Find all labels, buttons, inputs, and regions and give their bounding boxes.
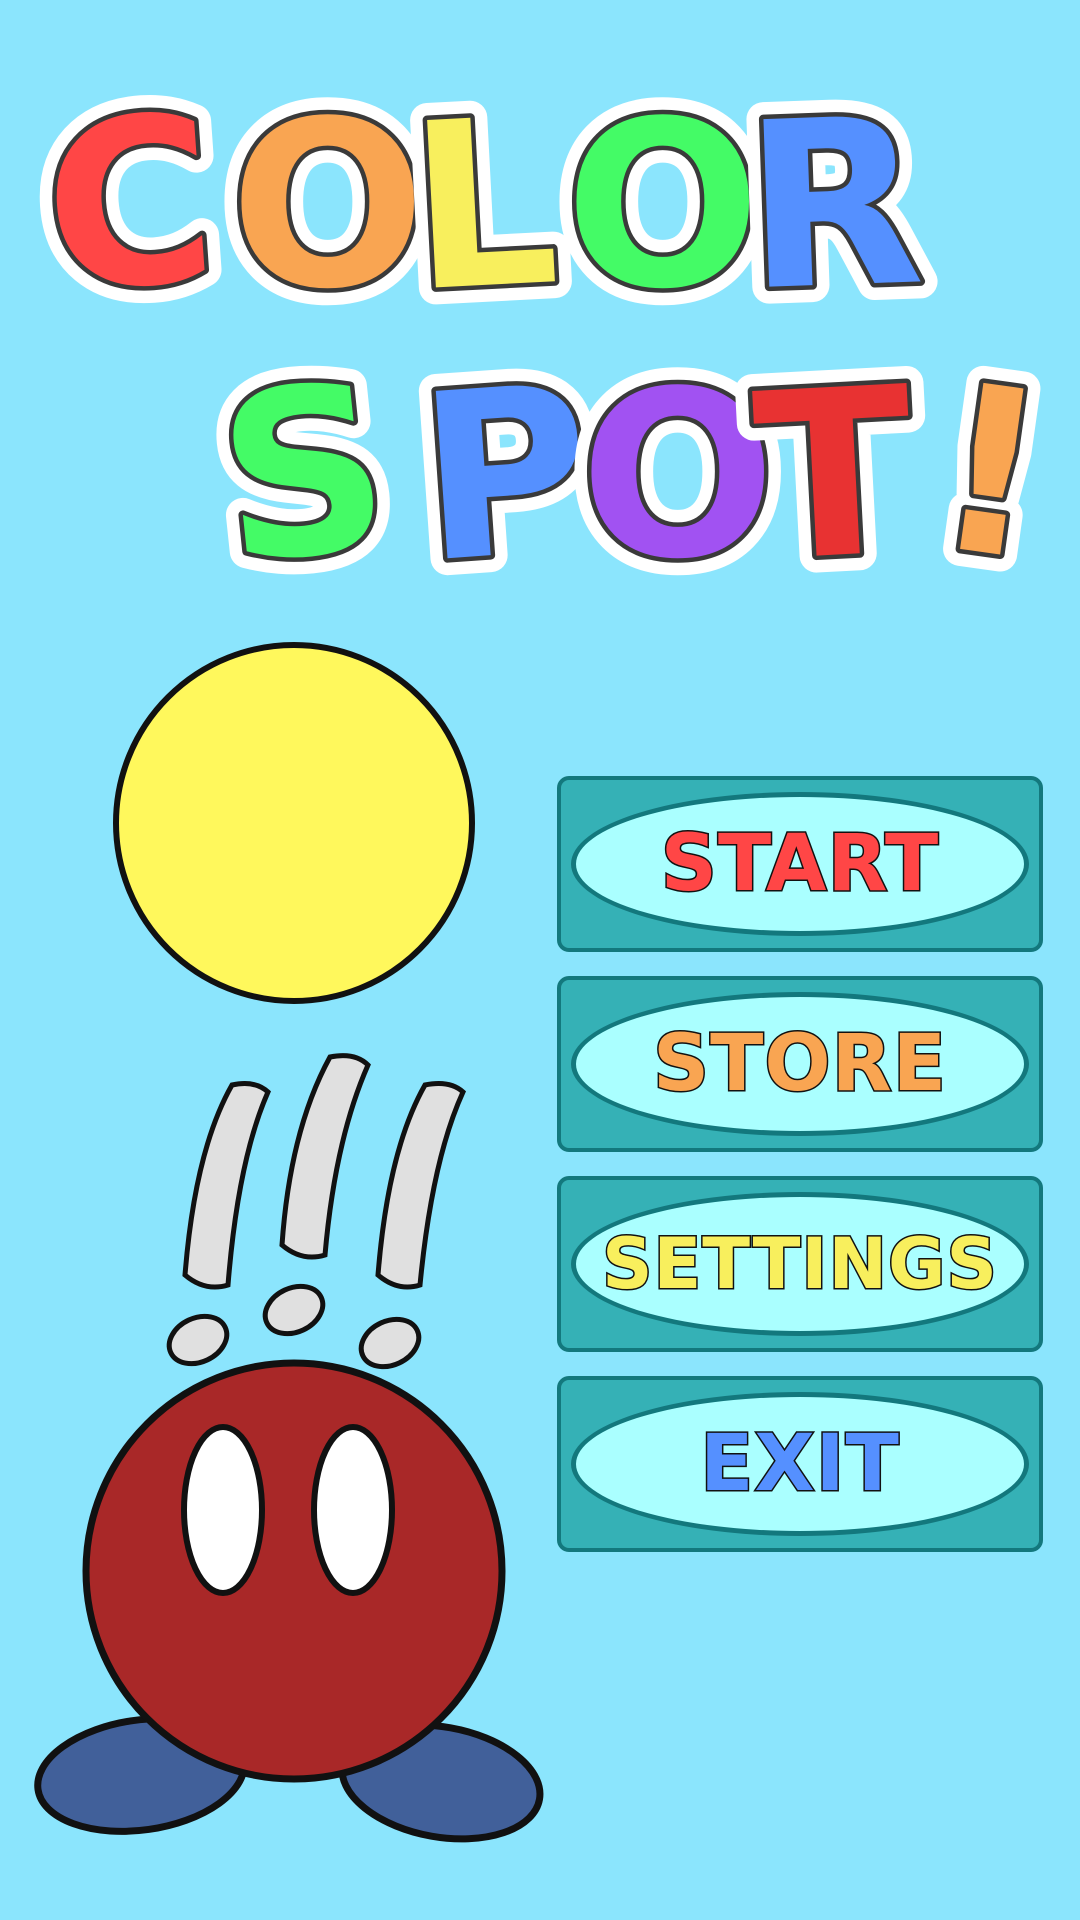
exclamation-marks-icon xyxy=(166,1053,467,1370)
color-spot-circle[interactable] xyxy=(113,642,475,1004)
title-letter-1-4: O xyxy=(565,73,761,340)
exit-button-oval: EXIT xyxy=(571,1392,1029,1536)
title-letter-1-1: C xyxy=(37,66,224,344)
game-title-logo: CC OOLL OORRSS PPOOTT!! xyxy=(20,49,1079,633)
character-body xyxy=(82,1359,506,1783)
title-letter-2-1: S xyxy=(208,334,401,617)
game-scene: CC OOLL OORRSS PPOOTT!! xyxy=(20,49,1079,1843)
start-label: START xyxy=(659,818,940,911)
title-letter-2-5: ! xyxy=(921,334,1062,613)
title-letter-2-4: T xyxy=(749,339,920,614)
title-letter-1-5: R xyxy=(741,69,927,342)
character-left-eye xyxy=(181,1424,265,1596)
character xyxy=(34,1359,544,1843)
character-right-eye xyxy=(311,1424,395,1596)
start-button-oval: START xyxy=(571,792,1029,936)
settings-button[interactable]: SETTINGS xyxy=(557,1176,1043,1352)
title-letter-1-2: O xyxy=(230,73,426,340)
store-label: STORE xyxy=(651,1018,948,1111)
start-button[interactable]: START xyxy=(557,776,1043,952)
settings-button-oval: SETTINGS xyxy=(571,1192,1029,1336)
exit-button[interactable]: EXIT xyxy=(557,1376,1043,1552)
title-letter-1-3: L xyxy=(404,69,564,343)
store-button[interactable]: STORE xyxy=(557,976,1043,1152)
store-button-oval: STORE xyxy=(571,992,1029,1136)
settings-label: SETTINGS xyxy=(601,1222,999,1307)
title-letter-2-2: P xyxy=(412,336,599,614)
title-letter-2-3: O xyxy=(580,343,776,610)
exit-label: EXIT xyxy=(699,1418,901,1511)
